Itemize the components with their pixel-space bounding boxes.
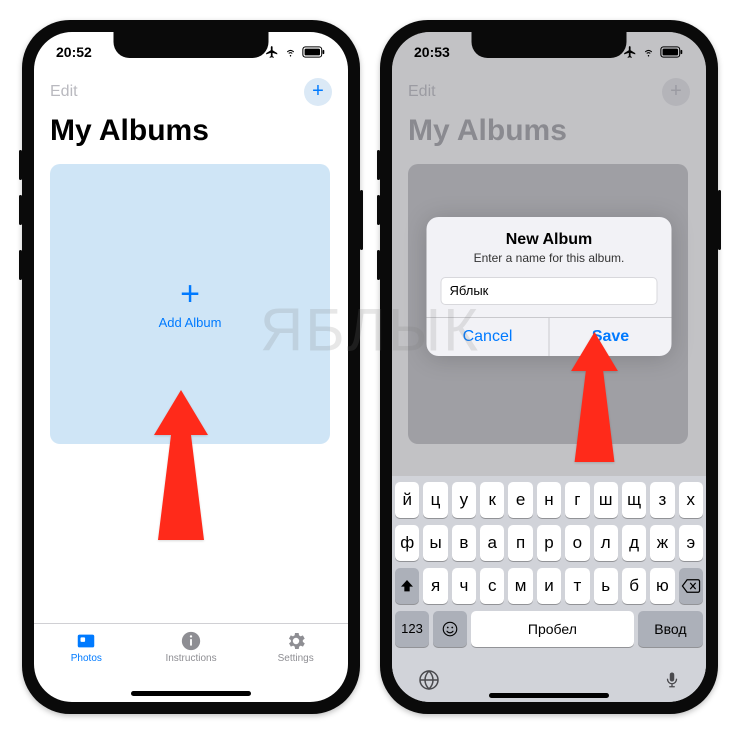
edit-button[interactable]: Edit xyxy=(50,83,78,101)
key[interactable]: щ xyxy=(622,482,646,518)
backspace-icon xyxy=(681,579,701,593)
tab-label: Photos xyxy=(71,653,102,664)
tab-label: Settings xyxy=(278,653,314,664)
keyboard-row-2: ф ы в а п р о л д ж э xyxy=(395,525,703,561)
phone-frame-left: 20:52 Edit + My Albums + Add Album xyxy=(22,20,360,714)
key[interactable]: б xyxy=(622,568,646,604)
phone-screen-right: 20:53 Edit + My Albums New Album Enter a… xyxy=(392,32,706,702)
new-album-dialog: New Album Enter a name for this album. Я… xyxy=(427,217,672,356)
key[interactable]: я xyxy=(423,568,447,604)
add-album-label: Add Album xyxy=(159,315,222,330)
key[interactable]: ц xyxy=(423,482,447,518)
home-indicator[interactable] xyxy=(489,693,609,698)
battery-icon xyxy=(660,46,684,58)
add-button[interactable]: + xyxy=(304,78,332,106)
photos-icon xyxy=(74,630,98,652)
nav-bar: Edit + xyxy=(34,72,348,112)
key[interactable]: р xyxy=(537,525,561,561)
battery-icon xyxy=(302,46,326,58)
status-bar: 20:53 xyxy=(392,32,706,72)
key[interactable]: у xyxy=(452,482,476,518)
key[interactable]: э xyxy=(679,525,703,561)
key[interactable]: о xyxy=(565,525,589,561)
key[interactable]: ч xyxy=(452,568,476,604)
key[interactable]: с xyxy=(480,568,504,604)
keyboard: й ц у к е н г ш щ з х ф ы в а п р о л xyxy=(392,476,706,702)
space-key[interactable]: Пробел xyxy=(471,611,634,647)
numbers-key[interactable]: 123 xyxy=(395,611,429,647)
key[interactable]: д xyxy=(622,525,646,561)
page-title: My Albums xyxy=(34,112,348,158)
keyboard-row-3: я ч с м и т ь б ю xyxy=(395,568,703,604)
keyboard-footer xyxy=(395,654,703,698)
tab-photos[interactable]: Photos xyxy=(34,630,139,664)
home-indicator[interactable] xyxy=(131,691,251,696)
album-name-input[interactable]: Яблык xyxy=(441,277,658,305)
status-right-icons xyxy=(623,45,684,59)
key[interactable]: и xyxy=(537,568,561,604)
status-time: 20:53 xyxy=(414,44,450,60)
album-grid: + Add Album xyxy=(34,158,348,450)
key[interactable]: н xyxy=(537,482,561,518)
wifi-icon xyxy=(641,46,656,58)
dialog-subtitle: Enter a name for this album. xyxy=(441,251,658,265)
keyboard-row-1: й ц у к е н г ш щ з х xyxy=(395,482,703,518)
key[interactable]: е xyxy=(508,482,532,518)
globe-icon[interactable] xyxy=(417,668,441,692)
mic-icon[interactable] xyxy=(663,668,681,692)
notch xyxy=(114,32,269,58)
key[interactable]: х xyxy=(679,482,703,518)
tab-instructions[interactable]: Instructions xyxy=(139,630,244,664)
airplane-icon xyxy=(623,45,637,59)
backspace-key[interactable] xyxy=(679,568,703,604)
key[interactable]: л xyxy=(594,525,618,561)
key[interactable]: п xyxy=(508,525,532,561)
tab-label: Instructions xyxy=(165,653,216,664)
phone-screen-left: 20:52 Edit + My Albums + Add Album xyxy=(34,32,348,702)
status-right-icons xyxy=(265,45,326,59)
tab-settings[interactable]: Settings xyxy=(243,630,348,664)
info-icon xyxy=(180,630,202,652)
key[interactable]: ш xyxy=(594,482,618,518)
key[interactable]: ю xyxy=(650,568,674,604)
phone-frame-right: 20:53 Edit + My Albums New Album Enter a… xyxy=(380,20,718,714)
key[interactable]: ф xyxy=(395,525,419,561)
dialog-title: New Album xyxy=(441,231,658,249)
key[interactable]: т xyxy=(565,568,589,604)
input-value: Яблык xyxy=(450,283,489,298)
return-key[interactable]: Ввод xyxy=(638,611,703,647)
key[interactable]: ж xyxy=(650,525,674,561)
key[interactable]: а xyxy=(480,525,504,561)
key[interactable]: ь xyxy=(594,568,618,604)
emoji-icon xyxy=(441,620,459,638)
key[interactable]: к xyxy=(480,482,504,518)
key[interactable]: м xyxy=(508,568,532,604)
gear-icon xyxy=(285,630,307,652)
shift-key[interactable] xyxy=(395,568,419,604)
shift-icon xyxy=(399,578,415,594)
key[interactable]: й xyxy=(395,482,419,518)
key[interactable]: в xyxy=(452,525,476,561)
plus-icon: + xyxy=(312,80,324,103)
key[interactable]: г xyxy=(565,482,589,518)
key[interactable]: ы xyxy=(423,525,447,561)
add-album-tile[interactable]: + Add Album xyxy=(50,164,330,444)
save-button[interactable]: Save xyxy=(550,318,672,356)
emoji-key[interactable] xyxy=(433,611,467,647)
plus-icon: + xyxy=(180,277,200,311)
wifi-icon xyxy=(283,46,298,58)
cancel-button[interactable]: Cancel xyxy=(427,318,550,356)
keyboard-row-4: 123 Пробел Ввод xyxy=(395,611,703,647)
key[interactable]: з xyxy=(650,482,674,518)
status-time: 20:52 xyxy=(56,44,92,60)
